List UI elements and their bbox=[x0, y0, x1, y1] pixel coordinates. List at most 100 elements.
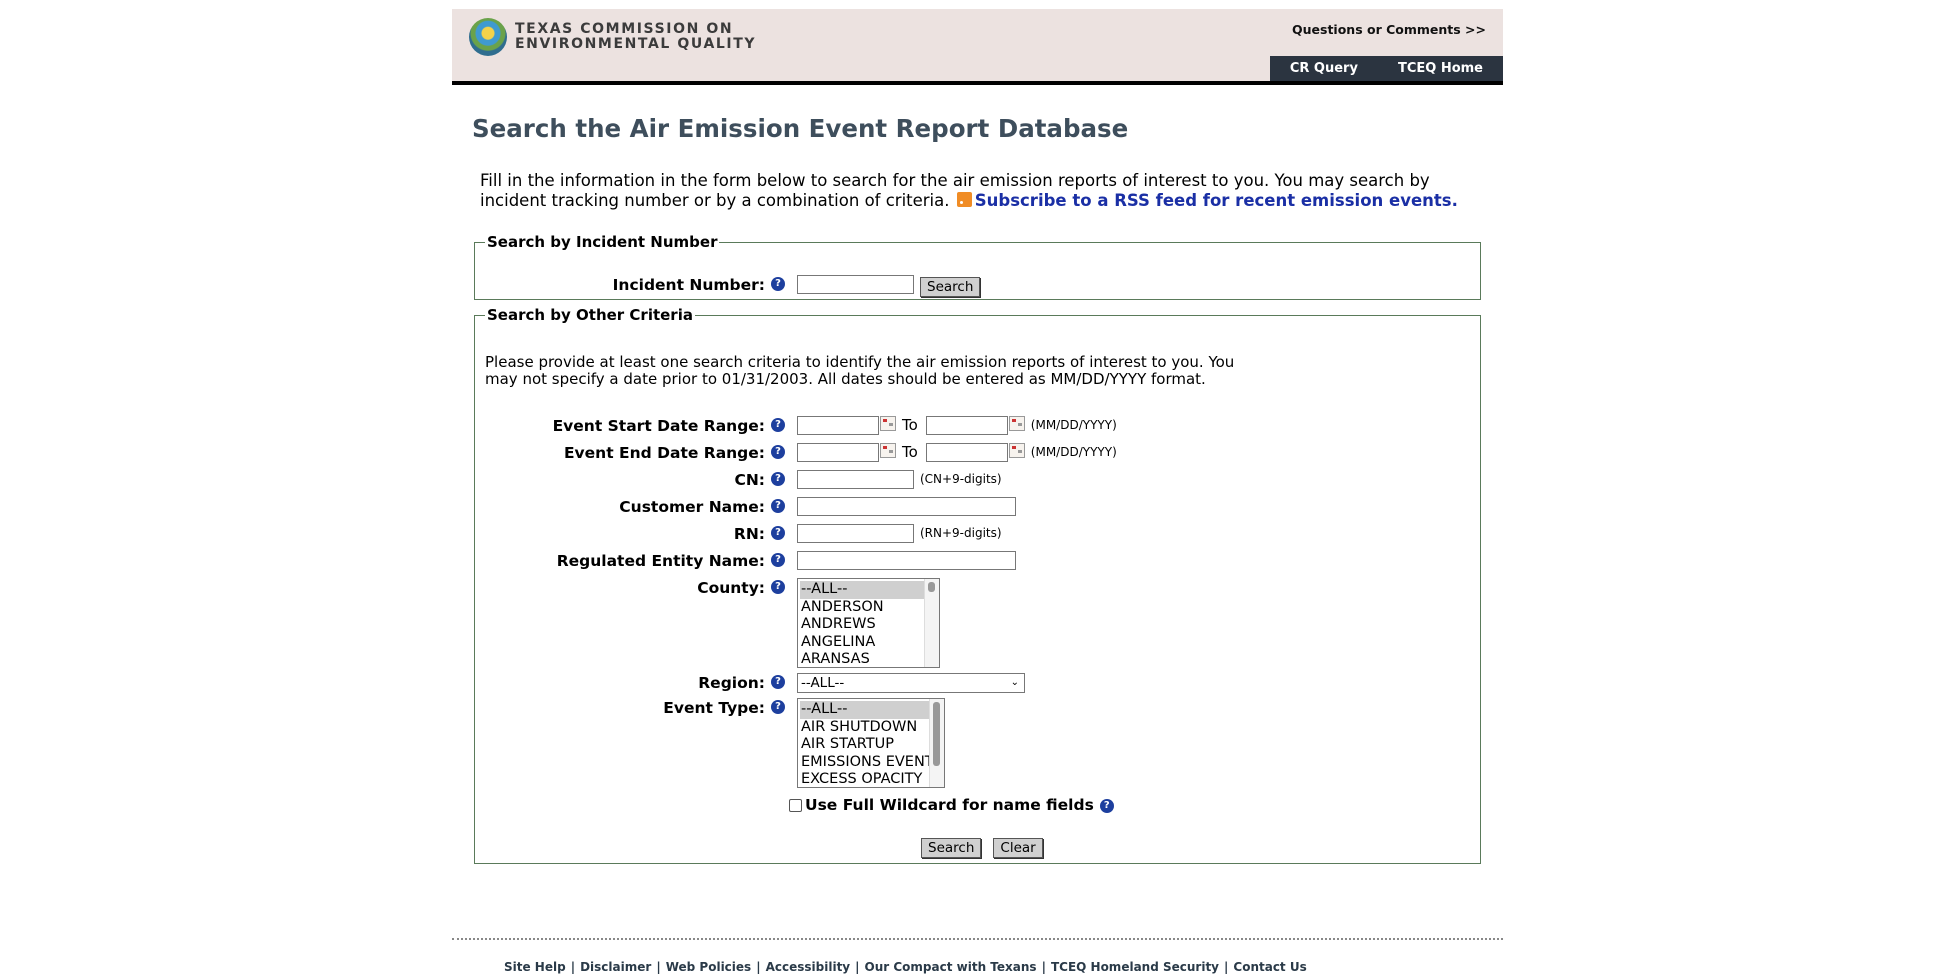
event-end-date-label: Event End Date Range: bbox=[563, 444, 765, 462]
footer-link-web-policies[interactable]: Web Policies bbox=[666, 960, 752, 974]
wildcard-label: Use Full Wildcard for name fields bbox=[805, 796, 1094, 814]
calendar-icon[interactable] bbox=[880, 443, 896, 458]
county-row: County: ? --ALL-- ANDERSON ANDREWS ANGEL… bbox=[475, 578, 940, 668]
tceq-logo-icon bbox=[469, 18, 507, 56]
list-item[interactable]: ANDREWS bbox=[800, 616, 937, 634]
rn-input[interactable] bbox=[797, 524, 914, 543]
footer-link-site-help[interactable]: Site Help bbox=[504, 960, 566, 974]
list-item[interactable]: ANDERSON bbox=[800, 599, 937, 617]
region-select[interactable]: --ALL-- ⌄ bbox=[797, 673, 1025, 693]
tceq-logo-text: TEXAS COMMISSION ON ENVIRONMENTAL QUALIT… bbox=[515, 22, 756, 52]
regulated-entity-label: Regulated Entity Name: bbox=[556, 552, 765, 570]
footer-link-accessibility[interactable]: Accessibility bbox=[766, 960, 851, 974]
logo-line-1: TEXAS COMMISSION ON bbox=[515, 21, 734, 37]
calendar-icon[interactable] bbox=[1008, 416, 1025, 431]
list-item[interactable]: EMISSIONS EVENT bbox=[800, 754, 942, 772]
help-icon[interactable]: ? bbox=[771, 700, 785, 714]
calendar-icon[interactable] bbox=[1008, 443, 1025, 458]
list-item[interactable]: AIR SHUTDOWN bbox=[800, 719, 942, 737]
cn-label: CN: bbox=[734, 471, 765, 489]
region-selected-value: --ALL-- bbox=[801, 675, 845, 691]
footer-separator: | bbox=[756, 960, 761, 974]
help-icon[interactable]: ? bbox=[771, 277, 785, 291]
cn-input[interactable] bbox=[797, 470, 914, 489]
customer-name-input[interactable] bbox=[797, 497, 1016, 516]
footer-separator: | bbox=[570, 960, 576, 974]
nav-cr-query[interactable]: CR Query bbox=[1270, 56, 1378, 81]
incident-number-label: Incident Number: bbox=[612, 276, 765, 294]
footer-separator: | bbox=[1041, 960, 1046, 974]
top-nav: CR Query TCEQ Home bbox=[1269, 56, 1503, 81]
criteria-search-button[interactable]: Search bbox=[921, 838, 982, 858]
footer-link-compact[interactable]: Our Compact with Texans bbox=[865, 960, 1037, 974]
date-format-note: (MM/DD/YYYY) bbox=[1030, 445, 1117, 459]
cn-row: CN: ? (CN+9-digits) bbox=[475, 470, 1002, 490]
help-icon[interactable]: ? bbox=[771, 553, 785, 567]
start-date-from-input[interactable] bbox=[797, 416, 879, 435]
start-date-to-input[interactable] bbox=[925, 416, 1008, 435]
end-date-from-input[interactable] bbox=[797, 443, 879, 462]
event-start-date-label: Event Start Date Range: bbox=[552, 417, 765, 435]
list-item[interactable]: ARANSAS bbox=[800, 651, 937, 667]
to-label: To bbox=[902, 443, 918, 461]
event-start-date-row: Event Start Date Range: ? To (MM/DD/YYYY… bbox=[475, 416, 1117, 436]
regulated-entity-row: Regulated Entity Name: ? bbox=[475, 551, 1016, 571]
criteria-buttons: Search Clear bbox=[921, 838, 1043, 858]
list-item[interactable]: AIR STARTUP bbox=[800, 736, 942, 754]
scrollbar[interactable] bbox=[924, 579, 939, 667]
incident-search-button[interactable]: Search bbox=[920, 277, 981, 297]
cn-format-note: (CN+9-digits) bbox=[920, 472, 1002, 486]
event-end-date-row: Event End Date Range: ? To (MM/DD/YYYY) bbox=[475, 443, 1117, 463]
page-title: Search the Air Emission Event Report Dat… bbox=[472, 114, 1129, 143]
scrollbar[interactable] bbox=[929, 699, 944, 787]
list-item[interactable]: --ALL-- bbox=[800, 581, 937, 599]
nav-tceq-home[interactable]: TCEQ Home bbox=[1378, 56, 1503, 81]
event-type-listbox[interactable]: --ALL-- AIR SHUTDOWN AIR STARTUP EMISSIO… bbox=[797, 698, 945, 788]
date-format-note: (MM/DD/YYYY) bbox=[1030, 418, 1117, 432]
incident-number-legend: Search by Incident Number bbox=[487, 233, 718, 251]
rn-format-note: (RN+9-digits) bbox=[920, 526, 1002, 540]
intro-text: Fill in the information in the form belo… bbox=[480, 171, 1470, 211]
calendar-icon[interactable] bbox=[880, 416, 896, 431]
site-header: TEXAS COMMISSION ON ENVIRONMENTAL QUALIT… bbox=[452, 9, 1503, 85]
help-icon[interactable]: ? bbox=[771, 472, 785, 486]
help-icon[interactable]: ? bbox=[771, 418, 785, 432]
region-label: Region: bbox=[698, 674, 765, 692]
help-icon[interactable]: ? bbox=[1099, 799, 1114, 813]
clear-button[interactable]: Clear bbox=[993, 838, 1043, 858]
other-criteria-legend: Search by Other Criteria bbox=[487, 306, 693, 324]
other-criteria-fieldset: Search by Other Criteria Please provide … bbox=[474, 306, 1481, 864]
help-icon[interactable]: ? bbox=[771, 580, 785, 594]
customer-name-label: Customer Name: bbox=[619, 498, 765, 516]
footer-separator: | bbox=[855, 960, 860, 974]
help-icon[interactable]: ? bbox=[771, 526, 785, 540]
help-icon[interactable]: ? bbox=[771, 675, 785, 689]
county-label: County: bbox=[697, 579, 765, 597]
incident-number-input[interactable] bbox=[797, 275, 914, 294]
footer-link-disclaimer[interactable]: Disclaimer bbox=[580, 960, 651, 974]
rss-subscribe-link[interactable]: Subscribe to a RSS feed for recent emiss… bbox=[975, 191, 1458, 210]
incident-number-fieldset: Search by Incident Number Incident Numbe… bbox=[474, 233, 1481, 300]
end-date-to-input[interactable] bbox=[925, 443, 1008, 462]
tceq-logo[interactable]: TEXAS COMMISSION ON ENVIRONMENTAL QUALIT… bbox=[469, 18, 756, 56]
list-item[interactable]: --ALL-- bbox=[800, 701, 942, 719]
footer-link-contact-us[interactable]: Contact Us bbox=[1233, 960, 1306, 974]
footer-separator: | bbox=[656, 960, 661, 974]
rss-icon[interactable] bbox=[956, 192, 972, 207]
footer-link-homeland-security[interactable]: TCEQ Homeland Security bbox=[1051, 960, 1219, 974]
customer-name-row: Customer Name: ? bbox=[475, 497, 1016, 517]
logo-line-2: ENVIRONMENTAL QUALITY bbox=[515, 36, 757, 52]
list-item[interactable]: EXCESS OPACITY bbox=[800, 771, 942, 787]
page-wrapper: TEXAS COMMISSION ON ENVIRONMENTAL QUALIT… bbox=[452, 9, 1503, 85]
regulated-entity-input[interactable] bbox=[797, 551, 1016, 570]
footer-links: Site Help | Disclaimer | Web Policies | Access… bbox=[504, 960, 1307, 974]
questions-comments-link[interactable]: Questions or Comments >> bbox=[1292, 22, 1486, 37]
help-icon[interactable]: ? bbox=[771, 499, 785, 513]
list-item[interactable]: ANGELINA bbox=[800, 634, 937, 652]
wildcard-row: Use Full Wildcard for name fields ? bbox=[789, 796, 1124, 814]
help-icon[interactable]: ? bbox=[771, 445, 785, 459]
rn-row: RN: ? (RN+9-digits) bbox=[475, 524, 1002, 544]
county-listbox[interactable]: --ALL-- ANDERSON ANDREWS ANGELINA ARANSA… bbox=[797, 578, 940, 668]
region-row: Region: ? --ALL-- ⌄ bbox=[475, 673, 1025, 693]
wildcard-checkbox[interactable] bbox=[789, 798, 802, 812]
